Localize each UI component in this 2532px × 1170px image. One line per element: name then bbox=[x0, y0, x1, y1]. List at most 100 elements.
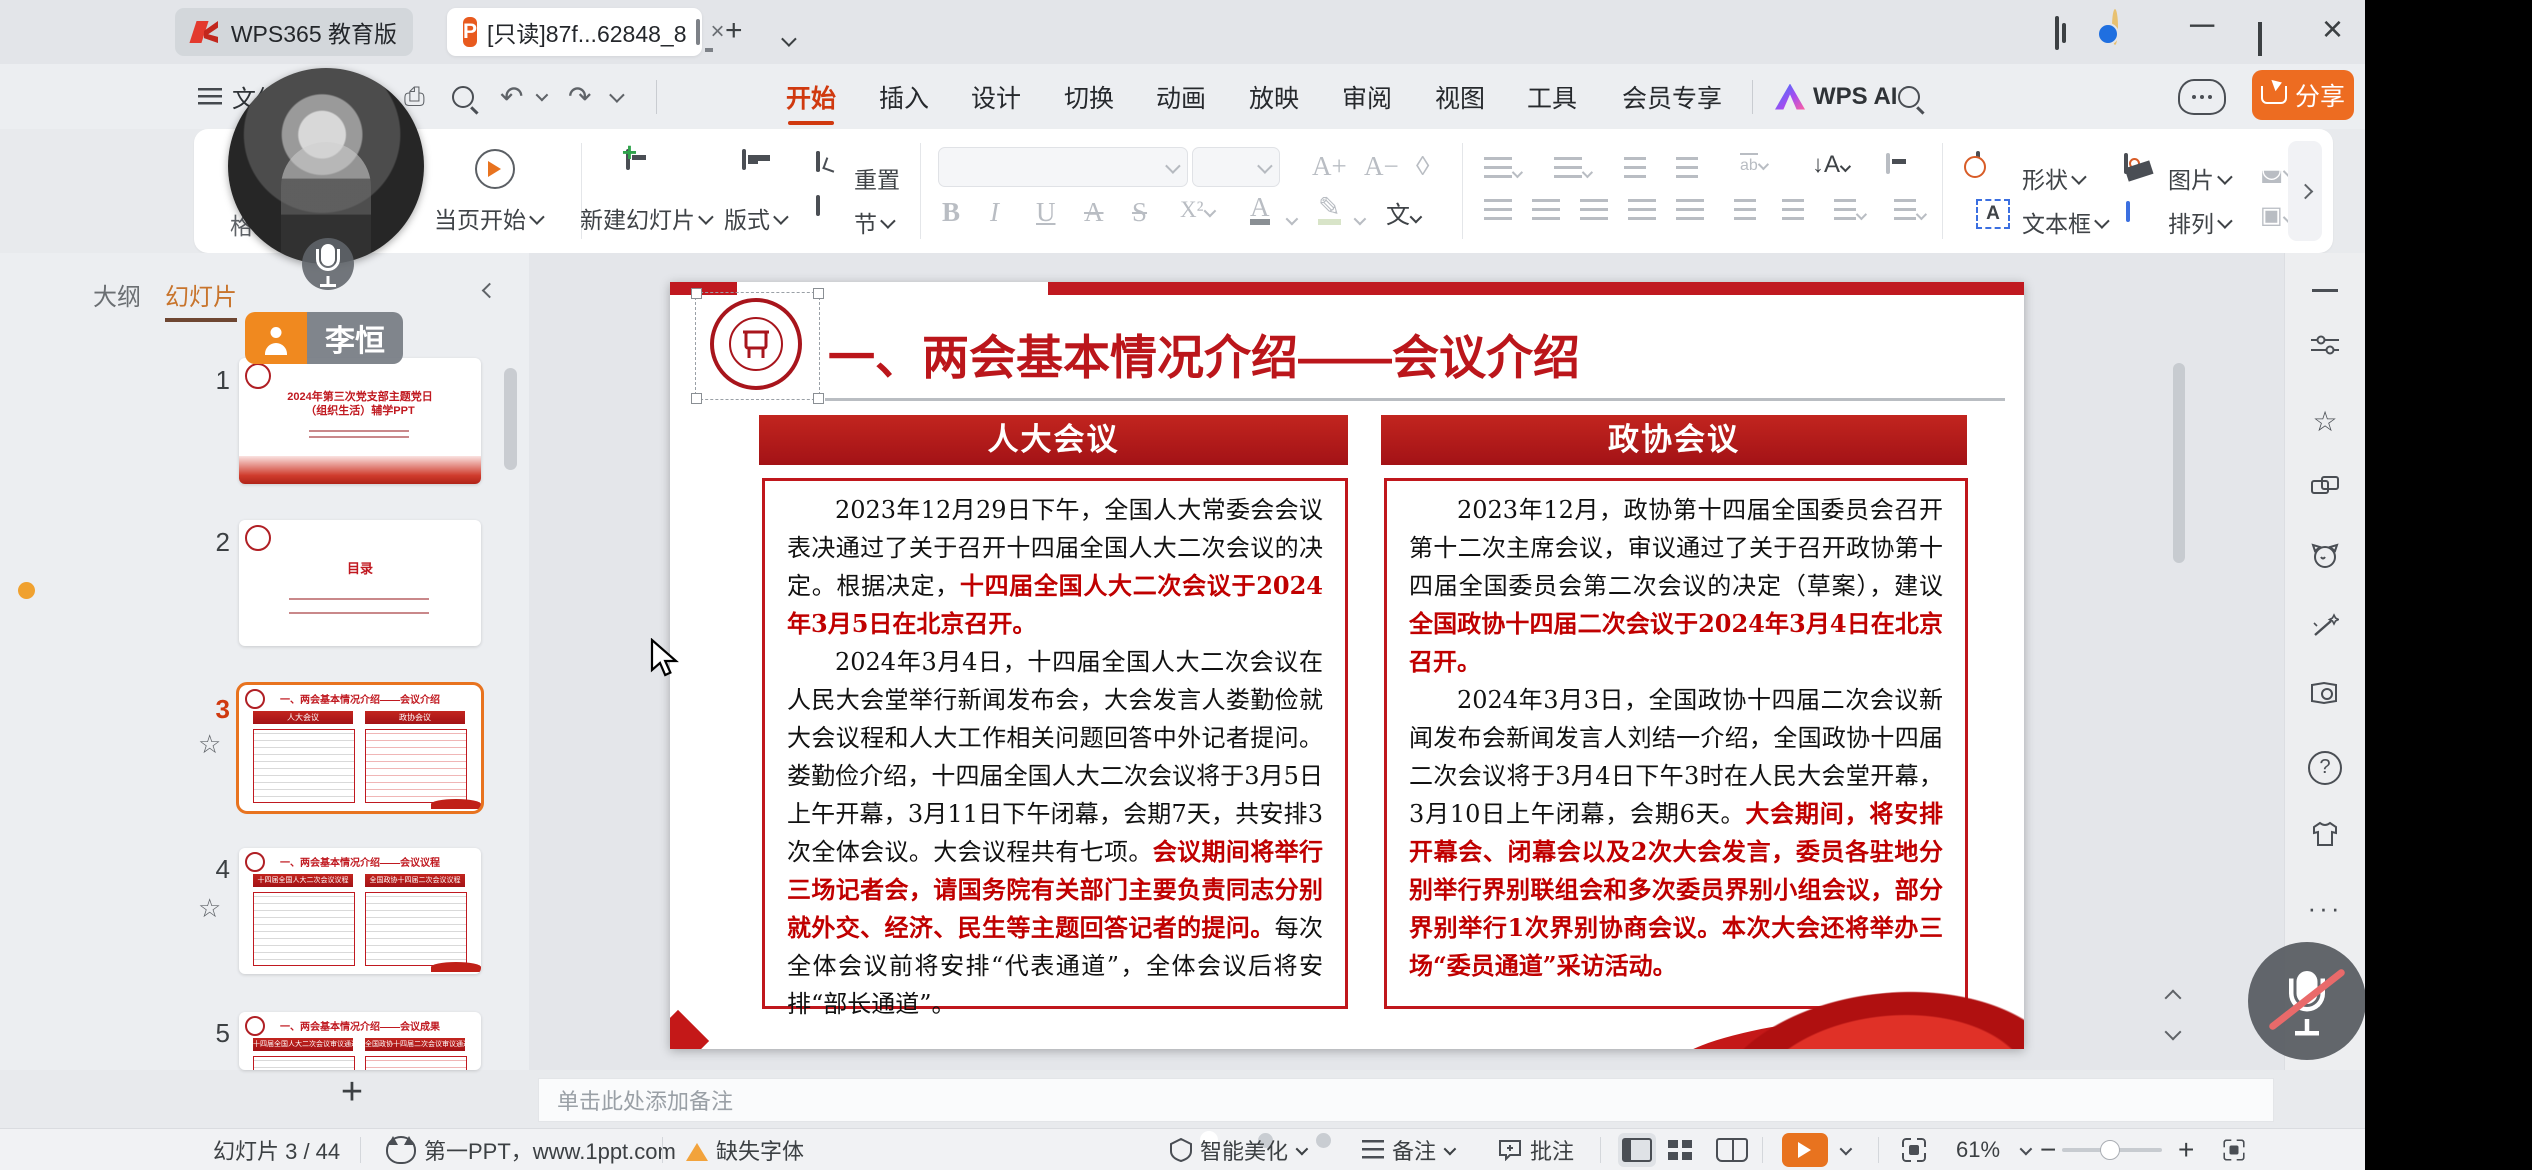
left-column-header[interactable]: 人大会议 bbox=[759, 415, 1348, 465]
play-from-page-icon[interactable] bbox=[475, 149, 515, 189]
slide-thumbnail-2[interactable]: 目录 bbox=[239, 520, 481, 646]
undo-icon[interactable]: ↶ bbox=[500, 64, 523, 129]
next-slide-button[interactable] bbox=[2167, 1025, 2187, 1045]
more-options-icon[interactable]: ··· bbox=[2308, 893, 2343, 924]
slide-thumbnail-3-selected[interactable]: 一、两会基本情况介绍——会议介绍 人大会议 政协会议 bbox=[239, 685, 481, 811]
normal-view-button[interactable] bbox=[1618, 1133, 1656, 1167]
zoom-dropdown-icon[interactable] bbox=[2020, 1129, 2029, 1170]
document-tab[interactable]: P [只读]87f...62848_8 × bbox=[447, 8, 702, 56]
minimize-button[interactable]: ─ bbox=[2190, 6, 2214, 45]
start-from-page-button[interactable]: 当页开始 bbox=[434, 201, 541, 235]
new-tab-button[interactable]: + bbox=[725, 14, 743, 48]
numbered-list-icon[interactable] bbox=[1554, 157, 1590, 183]
mute-microphone-button[interactable] bbox=[2248, 942, 2366, 1060]
layout-button[interactable]: 版式 bbox=[724, 201, 785, 235]
search-icon[interactable] bbox=[1898, 64, 1920, 129]
ribbon-tab-design[interactable]: 设计 bbox=[961, 64, 1031, 129]
shrink-font-button[interactable]: A− bbox=[1364, 151, 1399, 182]
add-slide-button[interactable]: + bbox=[330, 1071, 374, 1115]
increase-indent-icon[interactable] bbox=[1676, 157, 1698, 183]
ribbon-tab-tools[interactable]: 工具 bbox=[1517, 64, 1587, 129]
right-column-header[interactable]: 政协会议 bbox=[1381, 415, 1967, 465]
highlight-dropdown-icon[interactable] bbox=[1354, 201, 1363, 232]
arrange-button[interactable]: 排列 bbox=[2168, 205, 2229, 239]
text-direction-icon[interactable]: ↓A bbox=[1812, 151, 1848, 179]
quick-effects-icon[interactable]: ☆ bbox=[2312, 405, 2337, 438]
picture-icon[interactable] bbox=[2124, 155, 2128, 173]
decrease-indent-icon[interactable] bbox=[1624, 157, 1646, 183]
find-icon[interactable] bbox=[452, 64, 474, 129]
left-column-body[interactable]: 2023年12月29日下午，全国人大常委会会议表决通过了关于召开十四届全国人大二… bbox=[762, 478, 1348, 1009]
right-column-body[interactable]: 2023年12月，政协第十四届全国委员会召开第十二次主席会议，审议通过了关于召开… bbox=[1384, 478, 1968, 1009]
arrange-icon[interactable] bbox=[2126, 203, 2130, 221]
wps-ai-button[interactable]: WPS AI bbox=[1775, 64, 1897, 129]
highlight-button[interactable]: ✎ bbox=[1318, 195, 1341, 225]
notes-button[interactable]: 备注 bbox=[1362, 1129, 1453, 1170]
slide-thumbnail-5[interactable]: 一、两会基本情况介绍——会议成果 十四届全国人大二次会议审议通过 全国政协十四届… bbox=[239, 1012, 481, 1070]
restore-button[interactable] bbox=[2258, 24, 2262, 55]
reading-view-button[interactable] bbox=[1716, 1129, 1748, 1170]
distribute-icon[interactable] bbox=[1676, 199, 1704, 225]
shapes-button[interactable]: 形状 bbox=[2022, 161, 2083, 195]
help-icon[interactable]: ? bbox=[2308, 751, 2342, 785]
emblem-selection-box[interactable] bbox=[695, 292, 820, 400]
font-color-dropdown-icon[interactable] bbox=[1286, 201, 1295, 232]
switch-window-icon[interactable] bbox=[2311, 475, 2339, 504]
ribbon-tab-review[interactable]: 审阅 bbox=[1332, 64, 1402, 129]
new-slide-button[interactable]: 新建幻灯片 bbox=[580, 201, 710, 235]
underline-button[interactable]: U bbox=[1036, 197, 1056, 228]
smart-beautify-button[interactable]: 智能美化 bbox=[1170, 1129, 1305, 1170]
slide-canvas[interactable]: 一、两会基本情况介绍——会议介绍 人大会议 政协会议 2023年12月29日下午… bbox=[670, 282, 2024, 1049]
new-slide-icon[interactable] bbox=[626, 151, 630, 169]
slide-thumbnail-1[interactable]: 2024年第三次党支部主题党日 （组织生活）辅学PPT bbox=[239, 358, 481, 484]
move-up-para-icon[interactable] bbox=[1734, 199, 1756, 225]
panel-scrollbar[interactable] bbox=[504, 368, 517, 470]
frame-style-icon[interactable]: ▣ bbox=[2260, 201, 2291, 230]
redo-icon[interactable]: ↷ bbox=[568, 64, 591, 129]
reset-button[interactable]: 重置 bbox=[854, 161, 900, 195]
font-size-select[interactable] bbox=[1192, 147, 1280, 187]
ribbon-tab-insert[interactable]: 插入 bbox=[869, 64, 939, 129]
slide-thumbnail-4[interactable]: 一、两会基本情况介绍——会议议程 十四届全国人大二次会议议程 全国政协十四届二次… bbox=[239, 848, 481, 974]
undo-dropdown-icon[interactable] bbox=[536, 64, 545, 129]
zoom-percent[interactable]: 61% bbox=[1956, 1129, 2000, 1170]
clear-format-icon[interactable]: ◊ bbox=[1416, 151, 1429, 182]
vertical-align-icon[interactable] bbox=[1894, 199, 1924, 225]
adjust-sliders-icon[interactable] bbox=[2311, 333, 2339, 362]
pinyin-guide-button[interactable]: 文 bbox=[1386, 195, 1419, 230]
section-icon[interactable] bbox=[816, 197, 820, 215]
tab-outline[interactable]: 大纲 bbox=[93, 277, 141, 312]
smartart-convert-icon[interactable] bbox=[1886, 155, 1890, 173]
char-spacing-icon[interactable]: ab bbox=[1740, 157, 1766, 175]
collapse-sidebar-icon[interactable] bbox=[2312, 289, 2338, 292]
text-box-icon[interactable]: A bbox=[1976, 199, 2010, 229]
close-tab-icon[interactable]: × bbox=[710, 20, 724, 44]
font-name-select[interactable] bbox=[938, 147, 1188, 187]
tab-list-dropdown[interactable] bbox=[782, 20, 793, 54]
justify-icon[interactable] bbox=[1628, 199, 1656, 225]
workspace-scrollbar[interactable] bbox=[2173, 363, 2185, 563]
labs-cube-icon[interactable] bbox=[2055, 18, 2059, 49]
comment-button[interactable]: 批注 bbox=[1498, 1129, 1574, 1170]
ribbon-tab-animation[interactable]: 动画 bbox=[1146, 64, 1216, 129]
smart-beautify-wand-icon[interactable] bbox=[2311, 613, 2339, 644]
ribbon-tab-transition[interactable]: 切换 bbox=[1054, 64, 1124, 129]
align-center-icon[interactable] bbox=[1532, 199, 1560, 225]
zoom-slider-knob[interactable] bbox=[2100, 1140, 2120, 1160]
close-window-button[interactable]: × bbox=[2322, 8, 2343, 50]
grow-font-button[interactable]: A+ bbox=[1312, 151, 1347, 182]
strikethrough-a-button[interactable]: A bbox=[1084, 197, 1104, 228]
tab-slides[interactable]: 幻灯片 bbox=[165, 277, 237, 322]
layout-icon[interactable] bbox=[742, 151, 746, 169]
account-avatar[interactable] bbox=[2112, 12, 2118, 43]
fit-slide-icon[interactable] bbox=[1902, 1129, 1926, 1170]
present-on-screen-icon[interactable] bbox=[696, 19, 700, 45]
zoom-in-button[interactable]: + bbox=[2178, 1129, 2194, 1170]
template-source[interactable]: 第一PPT，www.1ppt.com bbox=[386, 1129, 676, 1170]
ribbon-tab-member[interactable]: 会员专享 bbox=[1612, 64, 1732, 129]
slide-sorter-view-button[interactable] bbox=[1668, 1129, 1692, 1170]
resource-cat-icon[interactable] bbox=[2311, 543, 2339, 574]
missing-font-warning[interactable]: 缺失字体 bbox=[686, 1129, 804, 1170]
theme-skin-icon[interactable] bbox=[2310, 821, 2340, 852]
picture-button[interactable]: 图片 bbox=[2168, 161, 2229, 195]
